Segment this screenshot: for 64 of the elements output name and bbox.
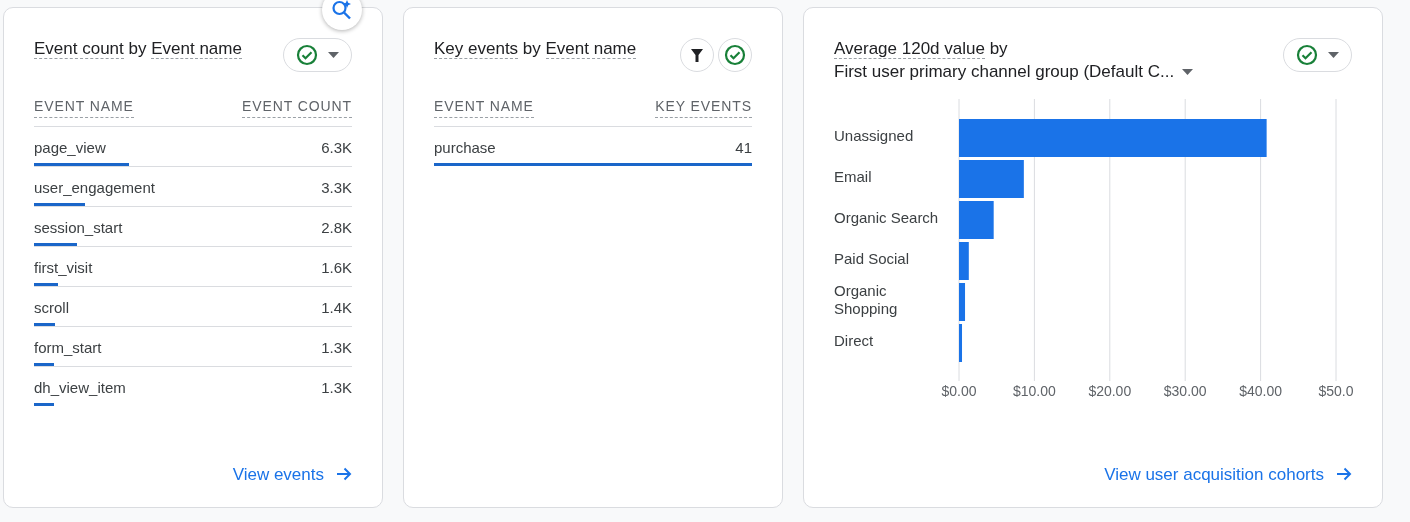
comparison-dropdown[interactable] <box>1283 38 1352 72</box>
title-text: by <box>988 39 1008 58</box>
search-icon <box>331 0 353 21</box>
check-circle-icon <box>724 44 746 66</box>
table-cell-text: 1.4K <box>321 298 352 318</box>
table-cell-text: 6.3K <box>321 138 352 158</box>
footer-link[interactable]: View user acquisition cohorts <box>1104 461 1352 487</box>
dimension-link[interactable]: Event name <box>151 39 242 59</box>
table-cell-text: user_engagement <box>34 178 155 198</box>
table-cell-text: 3.3K <box>321 178 352 198</box>
table-cell-text: 41 <box>735 138 752 158</box>
tick-label: $20.00 <box>1088 382 1132 399</box>
table-cell-text: 1.3K <box>321 378 352 398</box>
tick-label: $50.0 <box>1318 382 1354 399</box>
filter-icon <box>691 48 703 62</box>
arrow-right-icon <box>1336 466 1352 483</box>
column-header[interactable]: EVENT COUNT <box>242 96 352 118</box>
metric-link[interactable]: Key events <box>434 39 519 59</box>
table-cell-text: 1.3K <box>321 338 352 358</box>
table-cell-text: 1.6K <box>321 258 352 278</box>
dimension-link[interactable]: Event name <box>545 39 637 59</box>
table-cell-text: 2.8K <box>321 218 352 238</box>
metric-link[interactable]: Event count <box>34 39 124 59</box>
table-cell-text: session_start <box>34 218 123 238</box>
tick-label: $40.00 <box>1239 382 1282 399</box>
arrow-right-icon <box>336 466 352 483</box>
axis-label: Email <box>834 167 873 188</box>
bar[interactable] <box>959 200 994 239</box>
axis-label: Organic Shopping <box>834 281 899 320</box>
bar[interactable] <box>959 118 1267 157</box>
dimension-dropdown[interactable]: First user primary channel group (Default C... <box>834 60 1194 84</box>
table-cell-text: dh_view_item <box>34 378 126 398</box>
comparison-dropdown[interactable] <box>283 38 352 72</box>
filter-button[interactable] <box>680 38 714 72</box>
caret-icon <box>1182 69 1194 76</box>
tick-label: $10.00 <box>1013 382 1056 399</box>
bar[interactable] <box>959 159 1024 198</box>
table-cell-text: first_visit <box>34 258 93 278</box>
metric-link[interactable]: Average 120d value <box>834 39 985 59</box>
check-button[interactable] <box>718 38 752 72</box>
table-cell-text: scroll <box>34 298 69 318</box>
table-cell-text: form_start <box>34 338 102 358</box>
axis-label: Organic Search <box>834 208 940 229</box>
caret-icon <box>1328 52 1339 58</box>
axis-label: Paid Social <box>834 249 911 270</box>
column-header[interactable]: EVENT NAME <box>434 96 534 118</box>
check-circle-icon <box>296 44 318 66</box>
title-text: by <box>521 39 542 58</box>
bar[interactable] <box>959 323 962 362</box>
check-circle-icon <box>1296 44 1318 66</box>
insights-button[interactable] <box>322 0 362 30</box>
tick-label: $30.00 <box>1163 382 1207 399</box>
axis-label: Direct <box>834 331 875 352</box>
column-header[interactable]: EVENT NAME <box>34 96 134 118</box>
table-cell-text: page_view <box>34 138 106 158</box>
column-header[interactable]: KEY EVENTS <box>655 96 752 118</box>
bar[interactable] <box>959 241 969 280</box>
title-text: by <box>127 39 148 58</box>
tick-label: $0.00 <box>941 382 977 399</box>
footer-link[interactable]: View events <box>232 461 352 487</box>
table-cell-text: purchase <box>434 138 496 158</box>
axis-label: Unassigned <box>834 126 915 147</box>
caret-icon <box>328 52 339 58</box>
bar[interactable] <box>959 282 966 321</box>
